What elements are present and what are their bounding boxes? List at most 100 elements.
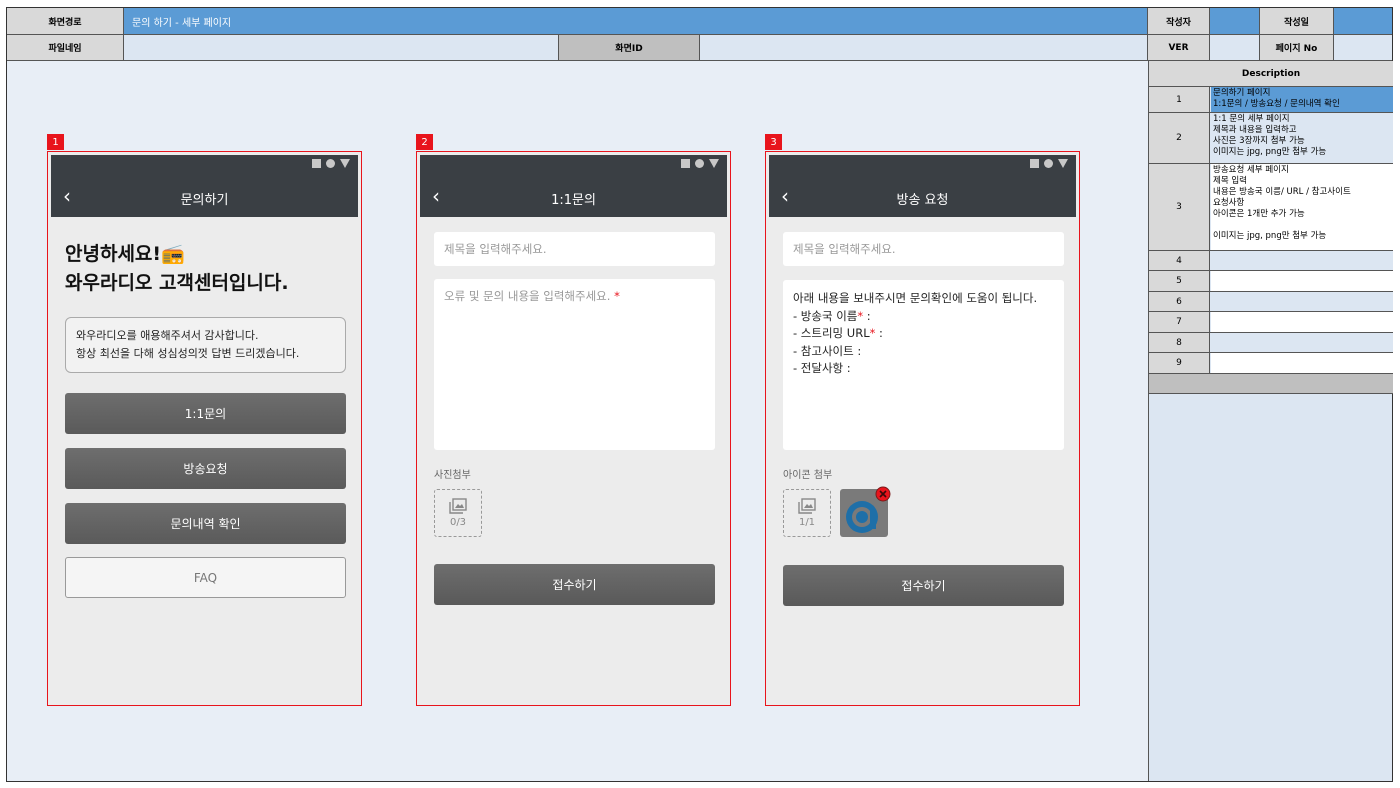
image-icon [449, 498, 467, 514]
status-bar [420, 155, 727, 177]
square-icon [312, 159, 321, 168]
faq-button[interactable]: FAQ [65, 557, 346, 598]
storyboard-frame: 화면경로 문의 하기 - 세부 페이지 작성자 작성일 파일네임 화면ID VE… [6, 7, 1393, 782]
triangle-icon [709, 159, 719, 168]
screen-title: 문의하기 [180, 193, 229, 208]
row-text [1211, 251, 1393, 270]
app-bar: ‹ 1:1문의 [420, 177, 727, 217]
description-row: 1 문의하기 페이지 1:1문의 / 방송요청 / 문의내역 확인 [1149, 87, 1393, 113]
header-table: 화면경로 문의 하기 - 세부 페이지 작성자 작성일 파일네임 화면ID VE… [7, 8, 1392, 61]
screen-one-to-one: ‹ 1:1문의 제목을 입력해주세요. 오류 및 문의 내용을 입력해주세요. … [416, 151, 731, 706]
date-label: 작성일 [1260, 8, 1334, 35]
row-text: 1:1 문의 세부 페이지 제목과 내용을 입력하고 사진은 3장까지 첨부 가… [1211, 113, 1393, 163]
screen-inquiry-main: ‹ 문의하기 안녕하세요!📻 와우라디오 고객센터입니다. 와우라디오를 애용해… [47, 151, 362, 706]
page-no-value [1334, 35, 1392, 61]
row-text [1211, 292, 1393, 311]
greeting: 안녕하세요!📻 와우라디오 고객센터입니다. [65, 240, 289, 298]
guide-item-station: - 방송국 이름* : [793, 308, 871, 323]
date-value [1334, 8, 1392, 35]
description-row: 6 [1149, 292, 1393, 312]
row-text: 문의하기 페이지 1:1문의 / 방송요청 / 문의내역 확인 [1211, 87, 1393, 112]
uploaded-icon-thumbnail[interactable] [840, 486, 891, 537]
notice-line2: 항상 최선을 다해 성심성의껏 답변 드리겠습니다. [76, 347, 300, 360]
content-textarea[interactable]: 아래 내용을 보내주시면 문의확인에 도움이 됩니다. - 방송국 이름* : … [783, 280, 1064, 450]
photo-count: 0/3 [449, 517, 467, 528]
ver-label: VER [1148, 35, 1210, 61]
content-textarea[interactable]: 오류 및 문의 내용을 입력해주세요. * [434, 279, 715, 450]
triangle-icon [340, 159, 350, 168]
guide-item-url: - 스트리밍 URL* : [793, 326, 883, 340]
row-text [1211, 353, 1393, 373]
description-row: 3 방송요청 세부 페이지 제목 입력 내용은 방송국 이름/ URL / 참고… [1149, 164, 1393, 251]
content-placeholder: 오류 및 문의 내용을 입력해주세요. [444, 289, 611, 303]
description-panel: Description 1 문의하기 페이지 1:1문의 / 방송요청 / 문의… [1148, 61, 1393, 781]
description-row: 5 [1149, 271, 1393, 292]
description-row: 9 [1149, 353, 1393, 374]
row-number: 3 [1149, 164, 1210, 250]
row-number: 8 [1149, 333, 1210, 352]
description-row: 4 [1149, 251, 1393, 271]
row-number: 5 [1149, 271, 1210, 291]
description-title: Description [1149, 61, 1393, 87]
ver-value [1210, 35, 1260, 61]
row-number: 4 [1149, 251, 1210, 270]
row-number: 7 [1149, 312, 1210, 332]
app-bar: ‹ 방송 요청 [769, 177, 1076, 217]
screen-broadcast-request: ‹ 방송 요청 제목을 입력해주세요. 아래 내용을 보내주시면 문의확인에 도… [765, 151, 1080, 706]
icon-count: 1/1 [798, 517, 816, 528]
square-icon [1030, 159, 1039, 168]
screen-id-value [700, 35, 1148, 61]
filename-value [124, 35, 559, 61]
screen-title: 방송 요청 [896, 193, 949, 208]
status-bar [769, 155, 1076, 177]
screen-title: 1:1문의 [551, 193, 596, 208]
page-no-label: 페이지 No [1260, 35, 1334, 61]
row-text [1211, 333, 1393, 352]
greeting-line2: 와우라디오 고객센터입니다. [65, 272, 289, 294]
required-mark: * [614, 289, 620, 303]
circle-icon [1044, 159, 1053, 168]
notice-line1: 와우라디오를 애용해주셔서 감사합니다. [76, 329, 259, 342]
icon-attach-button[interactable]: 1/1 [783, 489, 831, 537]
submit-button[interactable]: 접수하기 [434, 564, 715, 605]
row-text [1211, 312, 1393, 332]
icon-attach-label: 아이콘 첨부 [783, 470, 833, 481]
image-icon [798, 498, 816, 514]
row-number: 2 [1149, 113, 1210, 163]
author-label: 작성자 [1148, 8, 1210, 35]
screen-path-value: 문의 하기 - 세부 페이지 [124, 8, 1148, 35]
triangle-icon [1058, 159, 1068, 168]
description-row: 7 [1149, 312, 1393, 333]
submit-button[interactable]: 접수하기 [783, 565, 1064, 606]
notice-box: 와우라디오를 애용해주셔서 감사합니다. 항상 최선을 다해 성심성의껏 답변 … [65, 317, 346, 373]
guide-item-reference: - 참고사이트 : [793, 343, 862, 358]
screen-path-label: 화면경로 [7, 8, 124, 35]
screen-tag-3: 3 [765, 134, 782, 150]
greeting-line1: 안녕하세요!📻 [65, 243, 185, 265]
title-input[interactable]: 제목을 입력해주세요. [434, 232, 715, 266]
circle-icon [326, 159, 335, 168]
row-number: 1 [1149, 87, 1210, 112]
description-footer [1149, 374, 1393, 394]
description-row: 2 1:1 문의 세부 페이지 제목과 내용을 입력하고 사진은 3장까지 첨부… [1149, 113, 1393, 164]
photo-attach-label: 사진첨부 [434, 470, 471, 481]
photo-attach-button[interactable]: 0/3 [434, 489, 482, 537]
row-text [1211, 271, 1393, 291]
row-text: 방송요청 세부 페이지 제목 입력 내용은 방송국 이름/ URL / 참고사이… [1211, 164, 1393, 250]
square-icon [681, 159, 690, 168]
description-row: 8 [1149, 333, 1393, 353]
inquiry-button[interactable]: 1:1문의 [65, 393, 346, 434]
remove-icon[interactable] [875, 486, 891, 502]
guide-intro: 아래 내용을 보내주시면 문의확인에 도움이 됩니다. [793, 291, 1038, 305]
broadcast-request-button[interactable]: 방송요청 [65, 448, 346, 489]
title-input[interactable]: 제목을 입력해주세요. [783, 232, 1064, 266]
filename-label: 파일네임 [7, 35, 124, 61]
screen-tag-1: 1 [47, 134, 64, 150]
screen-id-label: 화면ID [559, 35, 700, 61]
inquiry-history-button[interactable]: 문의내역 확인 [65, 503, 346, 544]
app-bar: ‹ 문의하기 [51, 177, 358, 217]
status-bar [51, 155, 358, 177]
screen-tag-2: 2 [416, 134, 433, 150]
author-value [1210, 8, 1260, 35]
circle-icon [695, 159, 704, 168]
